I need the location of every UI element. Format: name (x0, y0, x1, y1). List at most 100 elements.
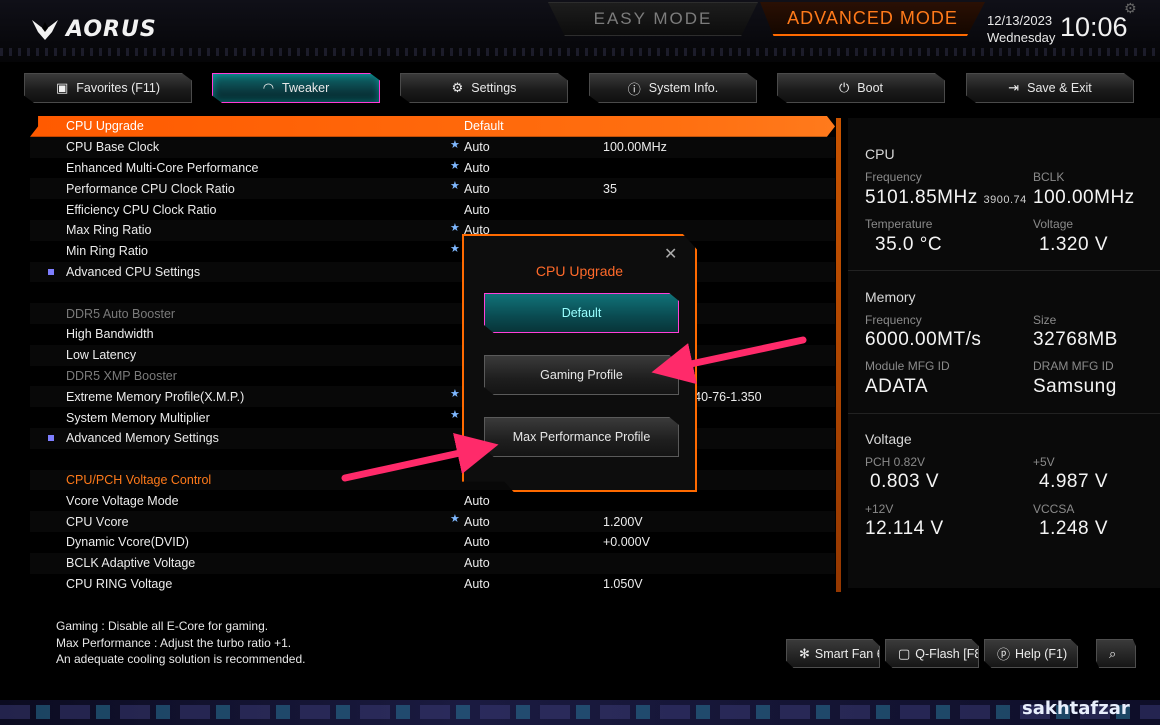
easy-mode-button[interactable]: EASY MODE (548, 2, 758, 36)
memory-frequency-label: Frequency (865, 313, 922, 327)
default-option-button[interactable]: Default (484, 293, 679, 333)
setting-row[interactable]: Vcore Voltage Mode Auto (30, 490, 835, 511)
qflash-label: Q-Flash [F8] (915, 646, 979, 661)
setting-label: System Memory Multiplier (66, 410, 210, 425)
setting-row[interactable]: Low Latency (30, 345, 835, 366)
info-icon: ⓘ (627, 81, 641, 97)
setting-row[interactable]: Dynamic Vcore(DVID) Auto +0.000V (30, 532, 835, 553)
setting-row[interactable]: BCLK Adaptive Voltage Auto (30, 553, 835, 574)
advanced-mode-button[interactable]: ADVANCED MODE (760, 2, 985, 36)
setting-label: Enhanced Multi-Core Performance (66, 160, 259, 175)
setting-row[interactable]: CPU Upgrade Default (30, 116, 835, 137)
setting-value: Auto (464, 556, 490, 571)
search-button[interactable]: ⌕ (1096, 639, 1136, 668)
dialog-title: CPU Upgrade (535, 263, 624, 279)
close-icon[interactable]: ✕ (664, 244, 677, 264)
favorite-star-icon[interactable]: ★ (450, 408, 460, 421)
setting-row[interactable]: Max Ring Ratio ★ Auto (30, 220, 835, 241)
memory-size-label: Size (1033, 313, 1057, 327)
cpu-voltage-label: Voltage (1033, 217, 1074, 231)
favorite-star-icon[interactable]: ★ (450, 387, 460, 400)
setting-current-value: 1.050V (603, 576, 643, 591)
submenu-bullet-icon (48, 268, 54, 275)
panel-divider (848, 413, 1160, 414)
submenu-bullet-icon (48, 434, 54, 441)
setting-value: Auto (464, 535, 490, 550)
setting-label: CPU Upgrade (66, 119, 144, 134)
smart-fan-button[interactable]: ✻ Smart Fan 6 [F6] (786, 639, 880, 668)
favorite-star-icon[interactable]: ★ (450, 221, 460, 234)
favorite-star-icon[interactable]: ★ (450, 179, 460, 192)
setting-label: CPU RING Voltage (66, 576, 173, 591)
setting-label: CPU Vcore (66, 514, 129, 529)
tab-label: Boot (857, 81, 883, 95)
tab-tweaker[interactable]: ◠ Tweaker (212, 73, 380, 103)
gear-icon[interactable]: ⚙ (1124, 0, 1137, 17)
dram-mfg-value: Samsung (1033, 376, 1117, 397)
hardware-monitor-panel: CPU Frequency 5101.85MHz 3900.74 BCLK 10… (848, 118, 1160, 588)
search-icon: ⌕ (1109, 645, 1117, 661)
setting-row[interactable]: Efficiency CPU Clock Ratio Auto (30, 199, 835, 220)
setting-label: Advanced Memory Settings (66, 431, 219, 446)
tab-label: System Info. (648, 81, 719, 95)
tab-settings[interactable]: ⚙ Settings (400, 73, 568, 103)
setting-row[interactable]: High Bandwidth (30, 324, 835, 345)
cpu-frequency-label: Frequency (865, 170, 922, 184)
setting-row[interactable]: Extreme Memory Profile(X.M.P.) ★ -40-76-1.… (30, 386, 835, 407)
eagle-icon (32, 20, 58, 40)
tab-boot[interactable]: ⏻ Boot (777, 73, 945, 103)
dram-mfg-label: DRAM MFG ID (1033, 359, 1114, 373)
setting-row[interactable]: CPU Vcore ★ Auto 1.200V (30, 511, 835, 532)
cpu-voltage-value: 1.320 V (1039, 234, 1108, 255)
gear-icon: ⚙ (451, 80, 464, 95)
setting-value: Auto (464, 181, 490, 196)
power-icon: ⏻ (838, 80, 850, 95)
settings-list: CPU Upgrade Default CPU Base Clock ★ Auto 100… (30, 116, 835, 593)
help-button[interactable]: ⓟ Help (F1) (984, 639, 1078, 668)
setting-label: CPU Base Clock (66, 140, 160, 155)
setting-row[interactable]: Min Ring Ratio ★ (30, 241, 835, 262)
setting-row[interactable]: Advanced Memory Settings (30, 428, 835, 449)
setting-value: Auto (464, 202, 490, 217)
favorite-star-icon[interactable]: ★ (450, 512, 460, 525)
setting-label: Low Latency (66, 348, 137, 363)
cpu-temperature-label: Temperature (865, 217, 933, 231)
scrollbar[interactable] (836, 118, 841, 592)
tab-favorites[interactable]: ▣ Favorites (F11) (24, 73, 192, 103)
5v-value: 4.987 V (1039, 471, 1108, 492)
setting-label: Dynamic Vcore(DVID) (66, 535, 189, 550)
favorite-star-icon[interactable]: ★ (450, 159, 460, 172)
max-performance-profile-button[interactable]: Max Performance Profile (484, 417, 679, 457)
description-line: Gaming : Disable all E-Core for gaming. (56, 619, 269, 633)
setting-row: CPU/PCH Voltage Control (30, 470, 835, 491)
gaming-profile-button[interactable]: Gaming Profile (484, 355, 679, 395)
setting-label: Vcore Voltage Mode (66, 493, 179, 508)
brand-name: AORUS (66, 16, 157, 42)
setting-current-value: 35 (603, 181, 617, 196)
date: 12/13/2023 (987, 13, 1053, 28)
setting-row[interactable]: CPU RING Voltage Auto 1.050V (30, 574, 835, 595)
setting-row[interactable]: System Memory Multiplier ★ (30, 407, 835, 428)
setting-label: Efficiency CPU Clock Ratio (66, 202, 217, 217)
12v-value: 12.114 V (865, 518, 944, 539)
setting-row: DDR5 XMP Booster (30, 366, 835, 387)
qflash-button[interactable]: ▢ Q-Flash [F8] (885, 639, 979, 668)
panel-divider (848, 270, 1160, 271)
setting-label: CPU/PCH Voltage Control (66, 472, 212, 487)
setting-value: Auto (464, 160, 490, 175)
tab-system-info[interactable]: ⓘ System Info. (589, 73, 757, 103)
tab-save-exit[interactable]: ⇥ Save & Exit (966, 73, 1134, 103)
scroll-thumb[interactable] (836, 118, 841, 592)
setting-row[interactable]: CPU Base Clock ★ Auto 100.00MHz (30, 137, 835, 158)
module-mfg-value: ADATA (865, 376, 929, 397)
setting-row[interactable]: Enhanced Multi-Core Performance ★ Auto (30, 158, 835, 179)
footer-lines (0, 705, 1160, 719)
favorite-star-icon[interactable]: ★ (450, 242, 460, 255)
favorite-star-icon[interactable]: ★ (450, 138, 460, 151)
setting-row[interactable]: Performance CPU Clock Ratio ★ Auto 35 (30, 178, 835, 199)
5v-label: +5V (1033, 455, 1055, 469)
tab-label: Favorites (F11) (76, 81, 161, 95)
setting-row[interactable]: Advanced CPU Settings (30, 262, 835, 283)
setting-label: Advanced CPU Settings (66, 264, 201, 279)
chip-icon: ▢ (898, 645, 911, 661)
